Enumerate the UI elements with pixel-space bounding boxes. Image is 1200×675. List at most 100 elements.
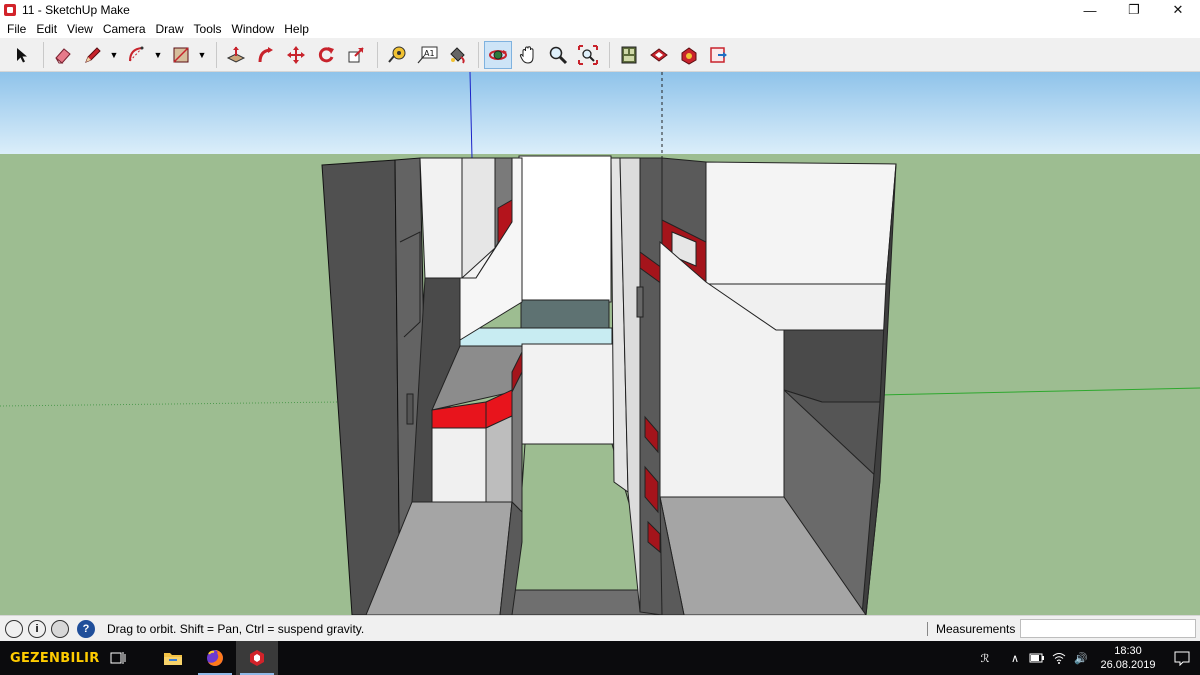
layout-tool[interactable]: [705, 41, 733, 69]
orbit-icon: [489, 49, 507, 60]
arc-icon: [129, 46, 144, 61]
sky: [0, 72, 1200, 154]
warehouse-tool[interactable]: [615, 41, 643, 69]
main-toolbar: ▼ ▼ ▼ A1: [0, 38, 1200, 72]
move-tool[interactable]: [282, 41, 310, 69]
task-view-icon[interactable]: [108, 648, 128, 668]
back-white-wall: [518, 155, 612, 303]
firefox-icon[interactable]: [194, 641, 236, 675]
pencil-icon: [85, 46, 101, 63]
window-title: 11 - SketchUp Make: [22, 3, 130, 17]
arc-dropdown-chevron-down-icon[interactable]: ▼: [153, 41, 163, 69]
extension-warehouse-tool[interactable]: [675, 41, 703, 69]
help-icon[interactable]: ?: [77, 619, 95, 638]
arc-tool[interactable]: [123, 41, 151, 69]
close-button[interactable]: ✕: [1156, 0, 1200, 20]
left-counter-side: [485, 415, 513, 503]
svg-text:A1: A1: [424, 49, 435, 58]
back-lower-wall: [521, 343, 615, 445]
menu-draw[interactable]: Draw: [151, 20, 189, 38]
status-hint: Drag to orbit. Shift = Pan, Ctrl = suspe…: [107, 621, 365, 636]
zoom-extents-icon: [578, 44, 598, 65]
push-pull-icon: [226, 46, 246, 63]
left-counter-end: [511, 371, 523, 514]
warehouse-icon: [621, 46, 637, 63]
toolbar-separator: [478, 41, 479, 68]
file-explorer-icon[interactable]: [152, 641, 194, 675]
model-viewport[interactable]: [0, 72, 1200, 615]
scale-icon: [348, 46, 364, 62]
pencil-dropdown-chevron-down-icon[interactable]: ▼: [109, 41, 119, 69]
scale-tool[interactable]: [342, 41, 370, 69]
title-bar: 11 - SketchUp Make — ❐ ✕: [0, 0, 1200, 20]
zoom-extents-tool[interactable]: [574, 41, 602, 69]
rotate-tool[interactable]: [312, 41, 340, 69]
menu-window[interactable]: Window: [227, 20, 280, 38]
show-hidden-icons-chevron-up-icon[interactable]: ∧: [1004, 652, 1026, 665]
share-model-tool[interactable]: [645, 41, 673, 69]
status-divider: [927, 622, 928, 636]
text-tool[interactable]: A1: [413, 41, 441, 69]
menu-view[interactable]: View: [62, 20, 98, 38]
rotate-icon: [318, 46, 334, 62]
zoom-tool[interactable]: [544, 41, 572, 69]
model-scene[interactable]: [0, 72, 1200, 615]
action-center-icon[interactable]: [1164, 641, 1200, 675]
user-account-icon[interactable]: [51, 619, 69, 638]
send-to-layout-icon: [710, 46, 727, 63]
push-pull-tool[interactable]: [222, 41, 250, 69]
right-upper-cabinet-front: [705, 161, 897, 285]
clock[interactable]: 18:30 26.08.2019: [1092, 644, 1164, 672]
toolbar-separator: [609, 41, 610, 68]
rectangle-dropdown-chevron-down-icon[interactable]: ▼: [197, 41, 207, 69]
rectangle-icon: [173, 46, 189, 63]
menu-file[interactable]: File: [2, 20, 31, 38]
people-icon[interactable]: ℛ: [974, 652, 996, 665]
paint-bucket-tool[interactable]: [443, 41, 471, 69]
share-model-icon: [650, 47, 668, 62]
menu-bar: File Edit View Camera Draw Tools Window …: [0, 20, 1200, 38]
battery-icon[interactable]: [1026, 653, 1048, 663]
pencil-tool[interactable]: [79, 41, 107, 69]
back-cyan-strip: [459, 327, 613, 347]
sketchup-taskbar-icon[interactable]: [235, 641, 278, 675]
center-divider-handle: [636, 286, 644, 318]
brand-logo[interactable]: GEZENBILIR: [10, 651, 100, 666]
menu-help[interactable]: Help: [279, 20, 314, 38]
toolbar-separator: [216, 41, 217, 68]
extension-warehouse-icon: [681, 46, 697, 65]
text-icon: A1: [417, 46, 438, 63]
status-bar: i ? Drag to orbit. Shift = Pan, Ctrl = s…: [0, 615, 1200, 641]
follow-me-icon: [258, 46, 273, 62]
menu-tools[interactable]: Tools: [189, 20, 227, 38]
orbit-tool[interactable]: [484, 40, 512, 69]
follow-me-tool[interactable]: [252, 41, 280, 69]
arrow-cursor-icon: [17, 47, 27, 62]
menu-edit[interactable]: Edit: [31, 20, 62, 38]
move-icon: [287, 45, 305, 64]
speaker-icon[interactable]: 🔊: [1070, 652, 1092, 665]
menu-camera[interactable]: Camera: [98, 20, 151, 38]
sketchup-app-icon: [4, 4, 16, 16]
magnifier-icon: [549, 46, 568, 64]
wifi-icon[interactable]: [1048, 652, 1070, 664]
clock-date: 26.08.2019: [1100, 659, 1156, 671]
measurements-input[interactable]: [1020, 619, 1196, 638]
restore-button[interactable]: ❐: [1112, 0, 1156, 20]
tape-measure-tool[interactable]: [383, 41, 411, 69]
paint-bucket-icon: [450, 46, 465, 64]
left-counter-front: [431, 427, 487, 503]
geo-location-icon[interactable]: [5, 619, 23, 638]
info-icon[interactable]: i: [28, 619, 46, 638]
right-mid-dark-wall: [783, 329, 887, 403]
tape-measure-icon: [388, 46, 406, 63]
pan-tool[interactable]: [514, 41, 542, 69]
minimize-button[interactable]: —: [1068, 0, 1112, 20]
windows-taskbar: GEZENBILIR ℛ ∧ 🔊 18:30 26.08.2019: [0, 641, 1200, 675]
rectangle-tool[interactable]: [167, 41, 195, 69]
toolbar-separator: [377, 41, 378, 68]
clock-time: 18:30: [1114, 645, 1142, 657]
select-tool[interactable]: [8, 41, 36, 69]
back-dark-strip: [520, 299, 610, 329]
eraser-tool[interactable]: [49, 41, 77, 69]
